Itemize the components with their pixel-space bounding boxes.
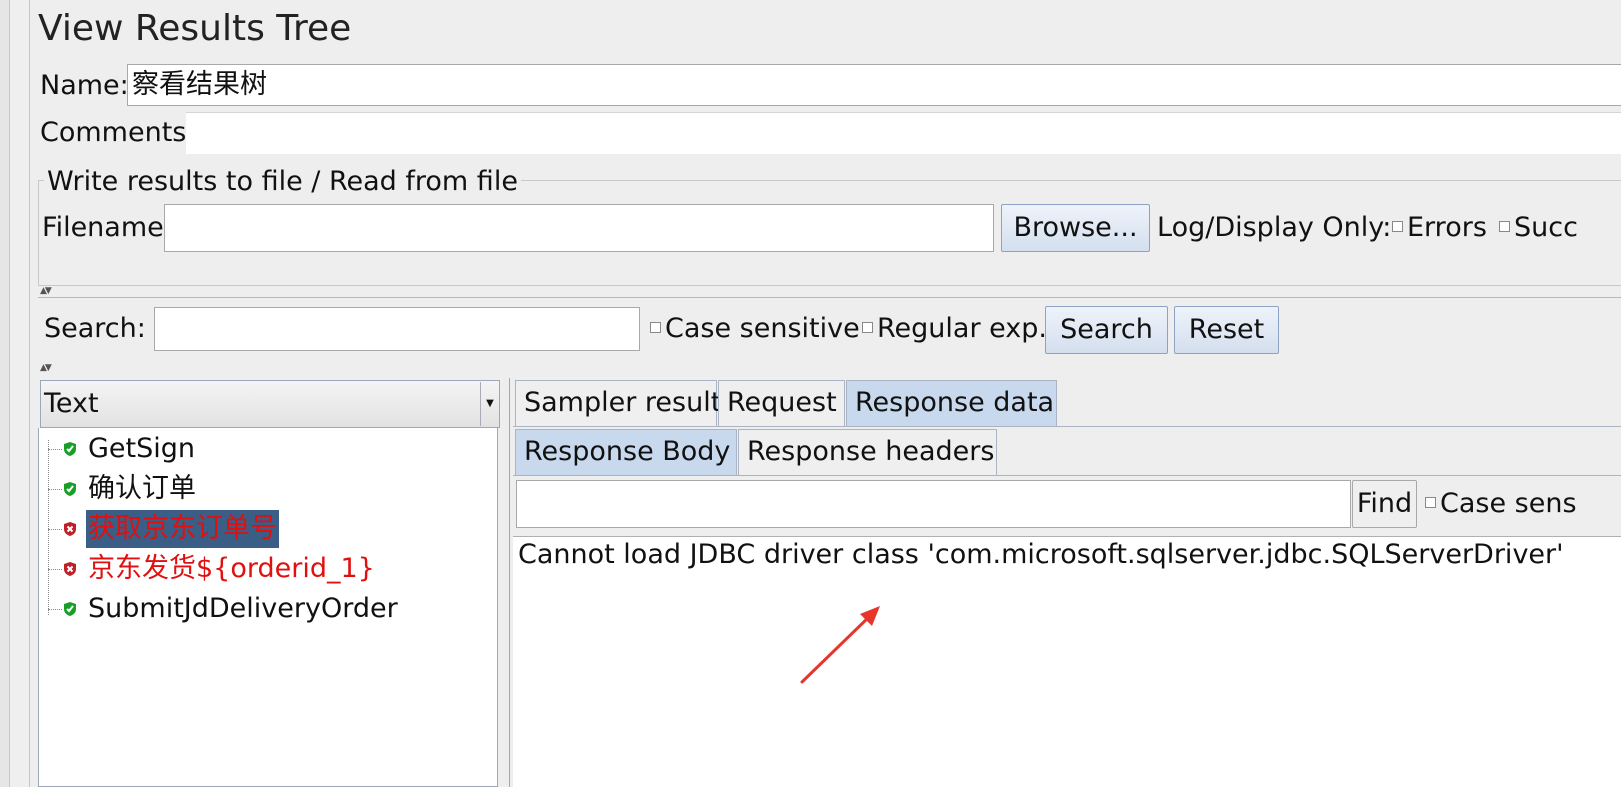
find-input[interactable] [516,480,1351,528]
success-shield-icon [64,602,76,616]
tree-items: GetSign 确认订单获取京东订单号京东发货${orderid_1} Submit… [38,430,498,630]
chevron-down-icon[interactable]: ▼ [480,382,499,426]
collapse-arrows-icon[interactable]: ▲▼ [40,363,52,373]
response-body-area[interactable] [513,536,1621,787]
case-sensitive-box[interactable] [650,322,661,333]
search-input[interactable] [154,307,640,351]
tree-item-label: 获取京东订单号 [86,510,279,548]
response-body-text: Cannot load JDBC driver class 'com.micro… [518,539,1564,570]
renderer-select[interactable]: Text [40,380,500,428]
tree-item[interactable]: 确认订单 [38,470,498,508]
tree-item-label: GetSign [88,433,196,464]
annotation-arrow-shaft [800,612,874,684]
tree-connector [48,569,62,570]
tab-response-data[interactable]: Response data [846,380,1057,426]
search-label: Search: [44,313,146,344]
errors-checkbox-box[interactable] [1392,221,1403,232]
comments-input[interactable] [186,112,1621,154]
errors-checkbox[interactable]: Errors [1392,212,1487,243]
panel-title: View Results Tree [38,8,352,49]
name-input[interactable]: 察看结果树 [127,64,1621,106]
frame-strip [0,0,10,787]
success-shield-icon [64,482,76,496]
collapse-arrows-icon[interactable]: ▲▼ [40,286,52,296]
subtab-response-headers[interactable]: Response headers [738,429,997,475]
log-display-label: Log/Display Only: [1157,212,1392,243]
filename-input[interactable] [164,204,994,252]
find-case-checkbox[interactable]: Case sens [1425,488,1577,519]
annotation-arrow [800,606,880,684]
regex-box[interactable] [862,322,873,333]
tree-item[interactable]: 京东发货${orderid_1} [38,550,498,588]
tab-request[interactable]: Request [718,380,845,426]
tree-item[interactable]: 获取京东订单号 [38,510,498,548]
sub-tabs: Response Body Response headers [515,429,1615,475]
divider [38,297,1621,298]
find-button[interactable]: Find [1352,480,1417,528]
error-shield-icon [64,522,76,536]
success-shield-icon [64,442,76,456]
tree-item[interactable]: SubmitJdDeliveryOrder [38,590,498,628]
case-sensitive-label: Case sensitive [665,313,860,344]
successes-checkbox-label: Succ [1514,212,1578,243]
tree-scroll-strip [10,0,30,787]
filename-label: Filename [42,212,164,243]
tree-item-label: 京东发货${orderid_1} [88,553,375,584]
tab-sampler-result[interactable]: Sampler result [515,380,721,426]
tree-item-label: 确认订单 [88,473,196,504]
successes-checkbox[interactable]: Succ [1499,212,1578,243]
tree-item[interactable]: GetSign [38,430,498,468]
main-tabs: Sampler result Request Response data [515,380,1615,426]
errors-checkbox-label: Errors [1407,212,1487,243]
tree-connector [48,609,62,610]
subtab-divider [513,475,1621,476]
name-label: Name: [40,70,129,101]
find-case-label: Case sens [1440,488,1577,519]
browse-button[interactable]: Browse... [1001,204,1150,252]
regex-checkbox[interactable]: Regular exp. [862,313,1047,344]
tree-item-label: SubmitJdDeliveryOrder [88,593,398,624]
reset-button[interactable]: Reset [1174,306,1279,354]
error-shield-icon [64,562,76,576]
search-button[interactable]: Search [1045,306,1168,354]
tree-connector [48,449,62,450]
regex-label: Regular exp. [877,313,1047,344]
subtab-response-body[interactable]: Response Body [515,429,737,475]
find-case-box[interactable] [1425,497,1436,508]
tree-connector [48,529,62,530]
tree-connector [48,489,62,490]
file-group-title: Write results to file / Read from file [44,166,521,197]
case-sensitive-checkbox[interactable]: Case sensitive [650,313,860,344]
successes-checkbox-box[interactable] [1499,221,1510,232]
comments-label: Comments: [40,117,196,148]
tab-divider [513,426,1621,427]
